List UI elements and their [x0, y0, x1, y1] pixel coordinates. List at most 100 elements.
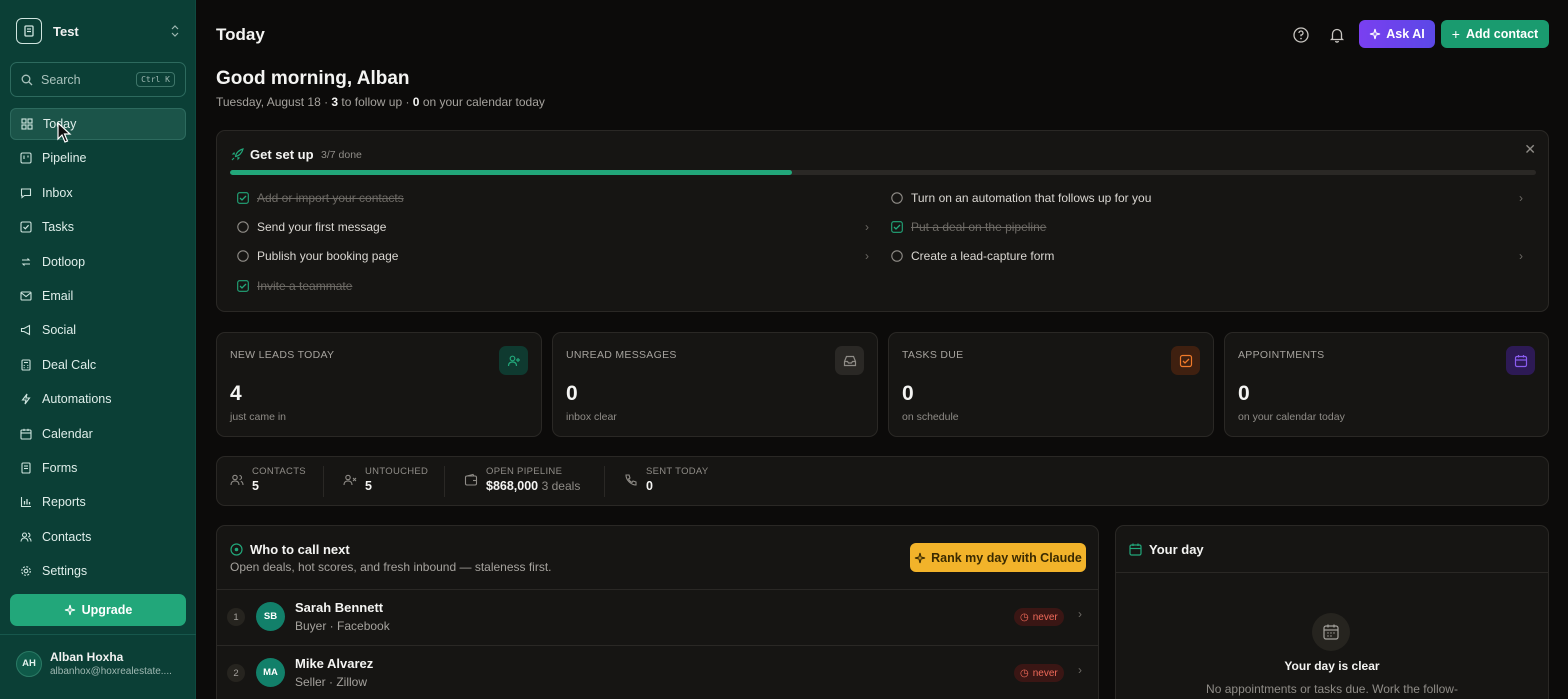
sidebar-item-today[interactable]: Today: [10, 108, 186, 140]
stat-subtext: on schedule: [902, 411, 959, 423]
stat-value: 0: [902, 382, 914, 405]
user-email: albanhox@hoxrealestate....: [50, 666, 172, 677]
search-placeholder: Search: [41, 72, 81, 87]
your-day-card: Your day Your day is clear No appointmen…: [1115, 525, 1549, 699]
stat-subtext: on your calendar today: [1238, 411, 1345, 423]
plus-icon: +: [1451, 26, 1460, 42]
bell-icon[interactable]: [1328, 26, 1346, 44]
avatar: MA: [256, 658, 285, 687]
sidebar-item-label: Pipeline: [42, 151, 87, 166]
kpi-open-pipeline[interactable]: OPEN PIPELINE $868,000 3 deals: [464, 466, 580, 493]
sidebar-item-label: Calendar: [42, 426, 93, 441]
contact-row[interactable]: 1 SB Sarah Bennett Buyer · Facebook ◷ nev…: [217, 589, 1098, 646]
divider: [323, 466, 324, 497]
setup-task[interactable]: Publish your booking page: [237, 246, 398, 266]
sidebar-item-label: Contacts: [42, 529, 92, 544]
sidebar-item-deal-calc[interactable]: Deal Calc: [10, 349, 186, 381]
calculator-icon: [20, 359, 32, 371]
sidebar-item-label: Automations: [42, 392, 112, 407]
sidebar-item-label: Forms: [42, 460, 78, 475]
stat-label: TASKS DUE: [902, 349, 964, 361]
upgrade-button[interactable]: Upgrade: [10, 594, 186, 626]
sidebar-item-dotloop[interactable]: Dotloop: [10, 246, 186, 278]
greeting-title: Good morning, Alban: [216, 68, 410, 89]
search-input[interactable]: Search Ctrl K: [10, 62, 186, 97]
stat-card-new-leads[interactable]: NEW LEADS TODAY 4 just came in: [216, 332, 542, 437]
rank-label: Rank my day with Claude: [931, 550, 1082, 565]
sidebar-item-forms[interactable]: Forms: [10, 452, 186, 484]
sidebar-item-label: Settings: [42, 564, 88, 579]
form-icon: [20, 462, 32, 474]
call-next-subtitle: Open deals, hot scores, and fresh inboun…: [230, 560, 552, 574]
sidebar-item-email[interactable]: Email: [10, 280, 186, 312]
avatar: AH: [16, 650, 42, 677]
setup-task[interactable]: Turn on an automation that follows up fo…: [891, 188, 1151, 208]
stat-value: 4: [230, 382, 242, 405]
sidebar-item-pipeline[interactable]: Pipeline: [10, 142, 186, 174]
loop-icon: [20, 256, 32, 268]
progress-fill: [230, 170, 792, 175]
sidebar-item-automations[interactable]: Automations: [10, 383, 186, 415]
sidebar-item-tasks[interactable]: Tasks: [10, 211, 186, 243]
setup-task[interactable]: Add or import your contacts: [237, 188, 404, 208]
chevron-right-icon: ›: [865, 249, 869, 263]
stat-value: 0: [1238, 382, 1250, 405]
sidebar-item-contacts[interactable]: Contacts: [10, 521, 186, 553]
sidebar-item-label: Social: [42, 323, 77, 338]
setup-task[interactable]: Invite a teammate: [237, 276, 352, 296]
help-icon[interactable]: [1292, 26, 1310, 44]
sidebar-item-settings[interactable]: Settings: [10, 555, 186, 587]
stat-card-appointments[interactable]: APPOINTMENTS 0 on your calendar today: [1224, 332, 1549, 437]
clock-icon: ◷: [1020, 667, 1029, 679]
setup-count: 3/7 done: [321, 149, 362, 161]
calendar-icon: [1506, 346, 1535, 375]
sidebar-nav: Today Pipeline Inbox Tasks Dotloop Email: [10, 108, 186, 589]
sidebar: Test Search Ctrl K Today Pipeline Inbox: [0, 0, 196, 699]
contact-name: Sarah Bennett: [295, 600, 384, 615]
status-badge: ◷ never: [1014, 664, 1064, 682]
search-icon: [21, 74, 33, 85]
setup-task[interactable]: Put a deal on the pipeline: [891, 217, 1046, 237]
sidebar-item-label: Dotloop: [42, 254, 86, 269]
sidebar-item-label: Deal Calc: [42, 357, 97, 372]
check-square-icon: [20, 221, 32, 233]
user-menu[interactable]: AH Alban Hoxha albanhox@hoxrealestate...…: [16, 650, 186, 677]
avatar: SB: [256, 602, 285, 631]
empty-state-title: Your day is clear: [1284, 659, 1380, 673]
chevron-updown-icon: [170, 24, 180, 38]
chevron-right-icon: ›: [1519, 191, 1523, 205]
call-next-card: Who to call next Open deals, hot scores,…: [216, 525, 1099, 699]
calendar-icon: [1312, 613, 1350, 651]
add-contact-button[interactable]: + Add contact: [1441, 20, 1549, 48]
setup-progress-bar: [230, 170, 1536, 175]
checkbox-checked-icon: [237, 192, 249, 204]
sidebar-item-calendar[interactable]: Calendar: [10, 418, 186, 450]
stat-card-unread-messages[interactable]: UNREAD MESSAGES 0 inbox clear: [552, 332, 878, 437]
inbox-icon: [835, 346, 864, 375]
setup-card: Get set up 3/7 done ✕ Add or import your…: [216, 130, 1549, 312]
setup-task[interactable]: Create a lead-capture form: [891, 246, 1054, 266]
sidebar-item-social[interactable]: Social: [10, 314, 186, 346]
sidebar-item-inbox[interactable]: Inbox: [10, 177, 186, 209]
kpi-sent-today[interactable]: SENT TODAY 0: [624, 466, 708, 493]
contact-row[interactable]: 2 MA Mike Alvarez Seller · Zillow ◷ never…: [217, 645, 1098, 699]
circle-icon: [891, 250, 903, 262]
sidebar-item-reports[interactable]: Reports: [10, 486, 186, 518]
close-icon[interactable]: ✕: [1524, 141, 1536, 158]
ask-ai-button[interactable]: Ask AI: [1359, 20, 1435, 48]
contact-name: Mike Alvarez: [295, 656, 374, 671]
mouse-cursor-icon: [57, 122, 72, 143]
divider: [0, 634, 196, 635]
ask-ai-label: Ask AI: [1386, 27, 1425, 41]
setup-task[interactable]: Send your first message: [237, 217, 386, 237]
kpi-contacts[interactable]: CONTACTS 5: [230, 466, 306, 493]
kpi-untouched[interactable]: UNTOUCHED 5: [343, 466, 428, 493]
user-name: Alban Hoxha: [50, 650, 124, 664]
topbar: Today Ask AI + Add contact: [196, 0, 1568, 68]
calendar-icon: [20, 428, 32, 440]
rank-my-day-button[interactable]: Rank my day with Claude: [910, 543, 1086, 572]
chevron-right-icon: ›: [865, 220, 869, 234]
stat-card-tasks-due[interactable]: TASKS DUE 0 on schedule: [888, 332, 1214, 437]
workspace-switcher[interactable]: Test: [16, 18, 180, 44]
sidebar-item-label: Inbox: [42, 185, 73, 200]
